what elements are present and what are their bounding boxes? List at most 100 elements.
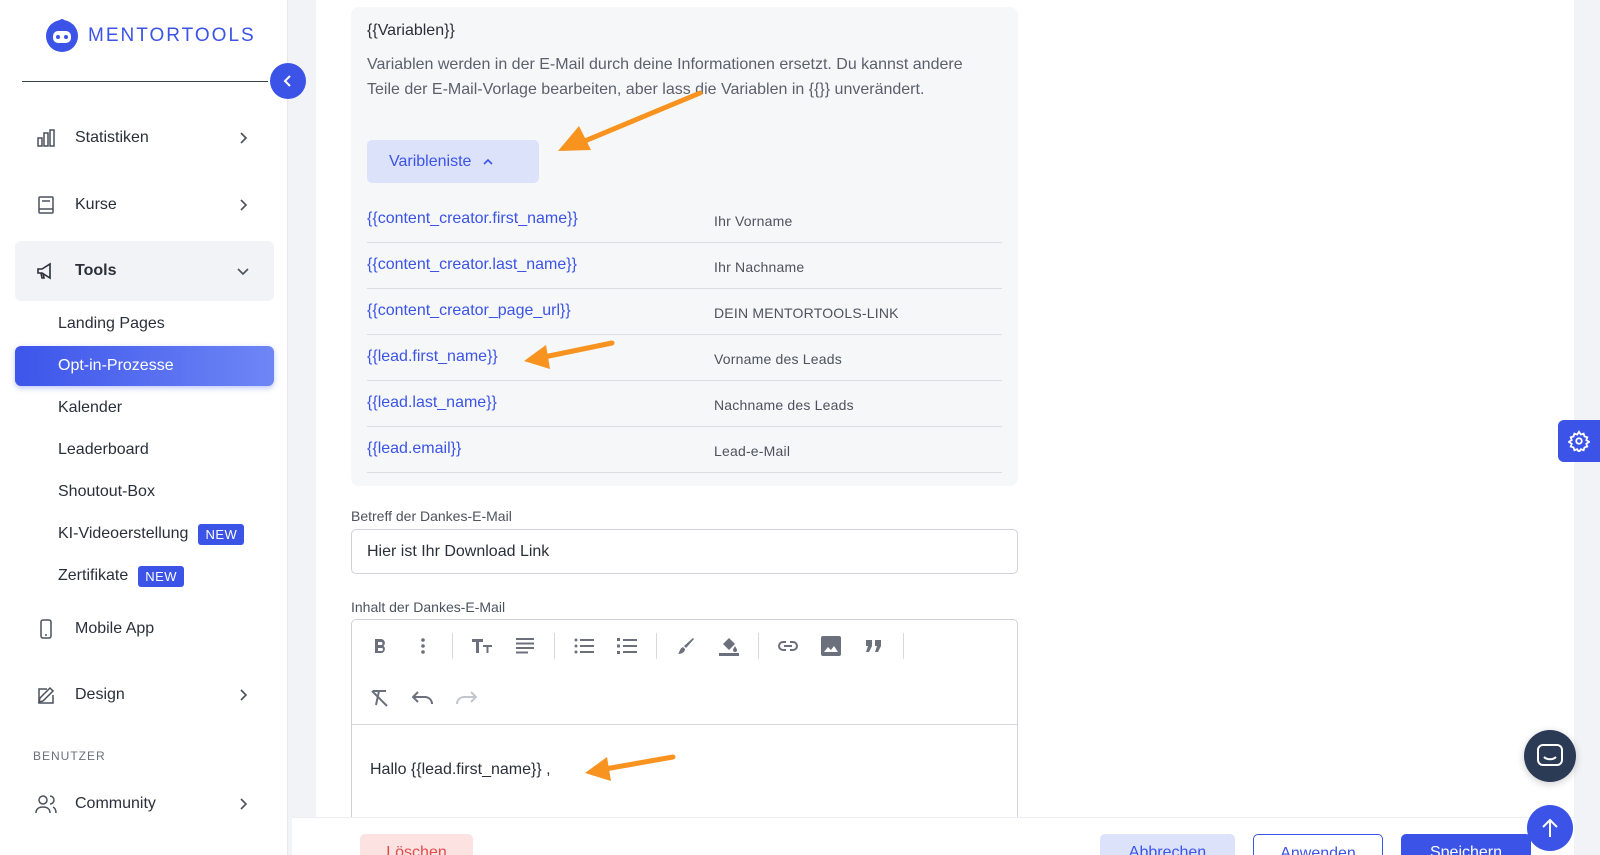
sidebar-item-statistiken[interactable]: Statistiken bbox=[15, 108, 274, 168]
variable-row: {{lead.first_name}} Vorname des Leads bbox=[367, 335, 1002, 381]
variable-row: {{lead.email}} Lead-e-Mail bbox=[367, 427, 1002, 473]
editor-toolbar-row-2 bbox=[352, 672, 495, 724]
toolbar-separator bbox=[903, 633, 904, 659]
delete-button[interactable]: Löschen bbox=[360, 834, 473, 855]
chevron-left-icon bbox=[283, 75, 291, 87]
chevron-right-icon bbox=[240, 132, 248, 144]
bulleted-list-icon[interactable] bbox=[570, 632, 598, 660]
users-icon bbox=[35, 793, 57, 815]
sidebar-subitem-opt-in-prozesse[interactable]: Opt-in-Prozesse bbox=[15, 346, 274, 386]
variable-row: {{content_creator_page_url}} DEIN MENTOR… bbox=[367, 289, 1002, 335]
subject-input[interactable] bbox=[351, 529, 1018, 574]
link-icon[interactable] bbox=[774, 632, 802, 660]
variable-row: {{lead.last_name}} Nachname des Leads bbox=[367, 381, 1002, 427]
apply-button[interactable]: Anwenden bbox=[1253, 834, 1383, 855]
chat-launcher-button[interactable] bbox=[1524, 730, 1576, 782]
variable-code[interactable]: {{content_creator.last_name}} bbox=[367, 256, 577, 274]
sidebar-collapse-button[interactable] bbox=[270, 63, 306, 99]
save-button[interactable]: Speichern bbox=[1401, 834, 1531, 855]
editor-content[interactable]: Hallo {{lead.first_name}} , bbox=[370, 761, 551, 779]
toolbar-separator bbox=[656, 633, 657, 659]
chevron-right-icon bbox=[240, 199, 248, 211]
chevron-up-icon bbox=[483, 158, 493, 165]
variable-description: Vorname des Leads bbox=[714, 351, 842, 367]
sidebar-subitem-landing-pages[interactable]: Landing Pages bbox=[15, 304, 274, 344]
variable-description: Ihr Vorname bbox=[714, 213, 793, 229]
toolbar-separator bbox=[758, 633, 759, 659]
toolbar-separator bbox=[452, 633, 453, 659]
sidebar-item-kurse[interactable]: Kurse bbox=[15, 175, 274, 235]
variable-description: Nachname des Leads bbox=[714, 397, 854, 413]
variable-description: Lead-e-Mail bbox=[714, 443, 791, 459]
sidebar-subitem-label: Landing Pages bbox=[58, 315, 165, 332]
sidebar-subitem-zertifikate[interactable]: Zertifikate NEW bbox=[15, 556, 274, 596]
blockquote-icon[interactable] bbox=[860, 632, 888, 660]
clear-format-icon[interactable] bbox=[366, 684, 394, 712]
chevron-right-icon bbox=[240, 798, 248, 810]
variable-row: {{content_creator.first_name}} Ihr Vorna… bbox=[367, 197, 1002, 243]
bold-icon[interactable] bbox=[366, 632, 394, 660]
sidebar-item-mobile-app[interactable]: Mobile App bbox=[15, 599, 274, 659]
font-size-icon[interactable] bbox=[468, 632, 496, 660]
more-options-icon[interactable] bbox=[409, 632, 437, 660]
sidebar-item-label: Community bbox=[75, 795, 156, 812]
content-label: Inhalt der Dankes-E-Mail bbox=[351, 599, 506, 615]
variables-description: Variablen werden in der E-Mail durch dei… bbox=[367, 56, 963, 98]
align-left-icon[interactable] bbox=[511, 632, 539, 660]
cancel-button[interactable]: Abbrechen bbox=[1100, 834, 1235, 855]
new-badge: NEW bbox=[198, 523, 245, 545]
sidebar-subitem-leaderboard[interactable]: Leaderboard bbox=[15, 430, 274, 470]
numbered-list-icon[interactable] bbox=[613, 632, 641, 660]
variables-title: {{Variablen}} bbox=[367, 22, 455, 39]
image-icon[interactable] bbox=[817, 632, 845, 660]
variable-code[interactable]: {{content_creator_page_url}} bbox=[367, 302, 571, 320]
fill-color-icon[interactable] bbox=[715, 632, 743, 660]
megaphone-icon bbox=[35, 260, 57, 282]
sidebar-subitem-shoutout-box[interactable]: Shoutout-Box bbox=[15, 472, 274, 512]
variable-code[interactable]: {{content_creator.first_name}} bbox=[367, 210, 578, 228]
chevron-right-icon bbox=[240, 689, 248, 701]
sidebar-subitem-label: Zertifikate bbox=[58, 567, 129, 584]
variable-code[interactable]: {{lead.last_name}} bbox=[367, 394, 497, 412]
sidebar-subitem-label: Leaderboard bbox=[58, 441, 149, 458]
toolbar-separator bbox=[554, 633, 555, 659]
sidebar-subitem-label: Shoutout-Box bbox=[58, 483, 155, 500]
brand-name: MENTORTOOLS bbox=[88, 25, 256, 46]
sidebar-subitem-ki-videoerstellung[interactable]: KI-Videoerstellung NEW bbox=[15, 514, 274, 554]
smartphone-icon bbox=[35, 618, 57, 640]
settings-tab[interactable] bbox=[1558, 420, 1600, 462]
sidebar-subitem-kalender[interactable]: Kalender bbox=[15, 388, 274, 428]
sidebar-item-label: Design bbox=[75, 686, 125, 703]
book-icon bbox=[35, 194, 57, 216]
sidebar: MENTORTOOLS Statistiken Kurse Tools Land… bbox=[0, 0, 288, 855]
brand-logo[interactable]: MENTORTOOLS bbox=[44, 18, 256, 54]
sidebar-subitem-label: Opt-in-Prozesse bbox=[58, 357, 174, 374]
section-label-benutzer: BENUTZER bbox=[33, 749, 106, 763]
editor-toolbar-row-1 bbox=[352, 620, 919, 672]
brush-icon[interactable] bbox=[672, 632, 700, 660]
sidebar-item-design[interactable]: Design bbox=[15, 665, 274, 725]
new-badge: NEW bbox=[138, 565, 185, 587]
sidebar-subitem-label: Kalender bbox=[58, 399, 123, 416]
arrow-up-icon bbox=[1542, 818, 1558, 837]
chat-icon bbox=[1537, 744, 1563, 766]
sidebar-subitem-label: KI-Videoerstellung bbox=[58, 525, 189, 542]
variable-code[interactable]: {{lead.first_name}} bbox=[367, 348, 498, 366]
editor-divider bbox=[352, 724, 1017, 725]
pencil-icon bbox=[35, 684, 57, 706]
sidebar-item-community[interactable]: Community bbox=[15, 774, 274, 834]
redo-icon[interactable] bbox=[452, 684, 480, 712]
gear-icon bbox=[1568, 430, 1590, 452]
undo-icon[interactable] bbox=[409, 684, 437, 712]
variable-code[interactable]: {{lead.email}} bbox=[367, 440, 461, 458]
variable-list-toggle-button[interactable]: Varibleniste bbox=[367, 140, 539, 183]
sidebar-item-label: Statistiken bbox=[75, 129, 149, 146]
sidebar-item-label: Mobile App bbox=[75, 620, 155, 637]
sidebar-item-tools[interactable]: Tools bbox=[15, 241, 274, 301]
bar-chart-icon bbox=[35, 127, 57, 149]
scroll-to-top-button[interactable] bbox=[1527, 805, 1573, 851]
variable-list-toggle-label: Varibleniste bbox=[389, 152, 472, 170]
variable-description: Ihr Nachname bbox=[714, 259, 805, 275]
variable-description: DEIN MENTORTOOLS-LINK bbox=[714, 305, 899, 321]
sidebar-item-label: Tools bbox=[75, 262, 117, 279]
